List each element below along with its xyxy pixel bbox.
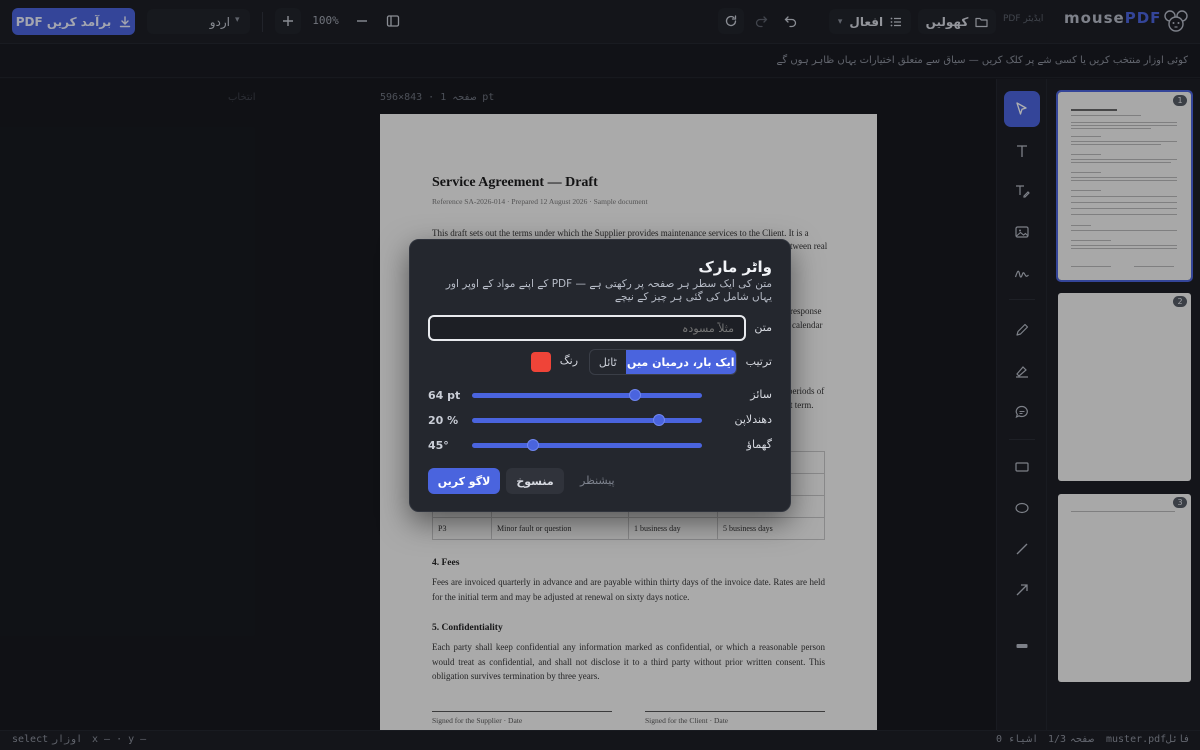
app-window: PDF برآمد کریں اردو ▾ 100% ▾ افعال کھولی… [0,0,1200,750]
size-value: 64 pt [428,389,461,402]
color-swatch[interactable] [531,352,551,372]
size-slider[interactable] [472,389,702,401]
opacity-slider[interactable] [472,414,702,426]
layout-segmented-control: ایک بار، درمیان میں ٹائل [589,349,737,375]
rotation-slider[interactable] [472,439,702,451]
preview-toggle[interactable]: پیشنظر [580,474,615,487]
layout-label: ترتیب [745,355,772,368]
apply-button[interactable]: لاگو کریں [428,468,500,494]
slider-thumb[interactable] [628,389,641,401]
opacity-value: 20 % [428,414,459,427]
cancel-button[interactable]: منسوخ [506,468,564,494]
rotation-value: 45° [428,439,449,452]
watermark-dialog: واٹر مارک متن کی ایک سطر ہر صفحہ پر رکھت… [409,239,791,512]
size-label: سائز [750,388,772,401]
layout-option-center-once[interactable]: ایک بار، درمیان میں [625,350,736,374]
layout-option-tile[interactable]: ٹائل [590,350,626,374]
rotation-label: گھماؤ [746,438,772,451]
dialog-title: واٹر مارک [698,258,772,276]
opacity-label: دھندلاپن [734,413,772,426]
slider-thumb[interactable] [652,414,665,426]
slider-thumb[interactable] [526,439,539,451]
color-label: رنگ [559,354,578,367]
watermark-text-input[interactable] [428,315,746,341]
text-label: متن [754,321,772,334]
dialog-description: متن کی ایک سطر ہر صفحہ پر رکھتی ہے — PDF… [445,278,772,303]
